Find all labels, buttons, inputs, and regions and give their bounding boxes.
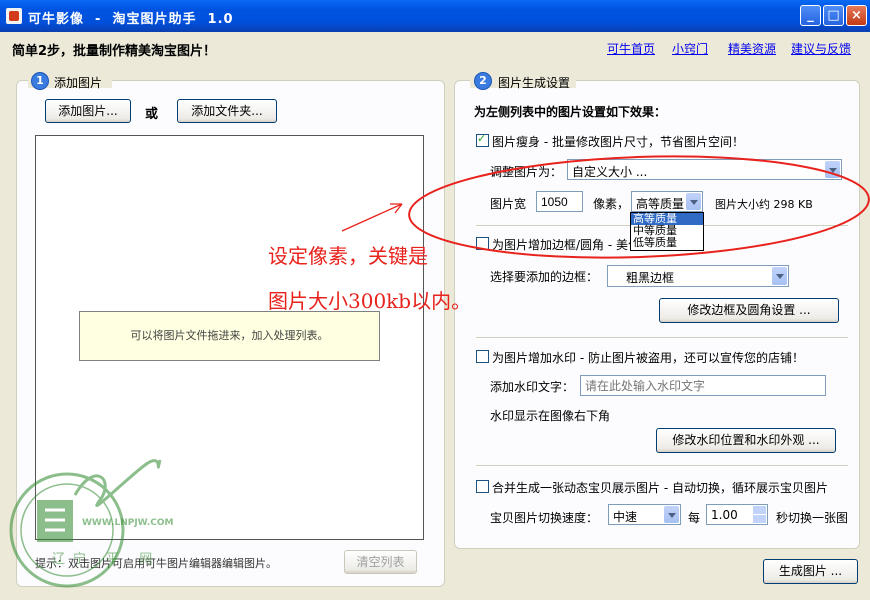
gif-checkbox[interactable] bbox=[476, 480, 489, 493]
watermark-label: 为图片增加水印 - 防止图片被盗用，还可以宣传您的店铺！ bbox=[492, 351, 804, 365]
adjust-size-select[interactable]: 自定义大小 ... bbox=[567, 159, 842, 180]
chevron-down-icon bbox=[825, 161, 840, 178]
border-settings-button[interactable]: 修改边框及圆角设置 ... bbox=[659, 298, 839, 323]
annotation-line-1: 设定像素，关键是 bbox=[268, 244, 428, 268]
settings-intro: 为左侧列表中的图片设置如下效果： bbox=[474, 105, 667, 119]
step-2-badge: 2 bbox=[474, 72, 492, 90]
size-estimate: 图片大小约 298 KB bbox=[715, 198, 813, 211]
chevron-down-icon bbox=[664, 506, 679, 523]
seconds-value: 1.00 bbox=[711, 508, 738, 522]
border-select-label: 选择要添加的边框： bbox=[490, 270, 599, 284]
width-label: 图片宽 bbox=[490, 197, 527, 211]
slim-checkbox[interactable] bbox=[476, 132, 489, 147]
watermark-position-text: 水印显示在图像右下角 bbox=[490, 409, 611, 423]
unit-label: 像素， bbox=[593, 197, 630, 211]
adjust-size-value: 自定义大小 ... bbox=[572, 165, 648, 179]
minimize-button[interactable]: _ bbox=[800, 5, 821, 26]
close-button[interactable]: × bbox=[846, 5, 867, 26]
settings-title: 图片生成设置 bbox=[498, 76, 571, 90]
spin-up-icon[interactable] bbox=[753, 506, 766, 514]
chevron-down-icon bbox=[686, 193, 701, 210]
drop-hint: 可以将图片文件拖进来，加入处理列表。 bbox=[79, 311, 380, 361]
watermark-text-label: 添加水印文字： bbox=[490, 380, 575, 394]
watermark-text: 辽宁 平 网 bbox=[52, 552, 161, 567]
link-tips[interactable]: 小窍门 bbox=[672, 40, 708, 57]
annotation-line-2: 图片大小300kb以内。 bbox=[268, 289, 472, 313]
link-home[interactable]: 可牛首页 bbox=[607, 40, 655, 57]
add-folder-button[interactable]: 添加文件夹... bbox=[177, 99, 277, 123]
divider bbox=[476, 337, 848, 339]
spin-down-icon[interactable] bbox=[753, 515, 766, 523]
speed-select[interactable]: 中速 bbox=[608, 504, 681, 525]
clear-list-button[interactable]: 清空列表 bbox=[344, 550, 417, 574]
or-label: 或 bbox=[145, 107, 159, 122]
generate-button[interactable]: 生成图片 ... bbox=[763, 559, 858, 584]
window-title: 可牛影像 - 淘宝图片助手 1.0 bbox=[28, 12, 234, 27]
step-1-badge: 1 bbox=[31, 72, 49, 90]
watermark-settings-button[interactable]: 修改水印位置和水印外观 ... bbox=[656, 428, 836, 453]
link-resources[interactable]: 精美资源 bbox=[728, 40, 776, 57]
every-label: 每 bbox=[688, 511, 701, 525]
width-input[interactable] bbox=[536, 191, 583, 212]
add-images-title: 添加图片 bbox=[54, 76, 103, 90]
chevron-down-icon bbox=[772, 267, 787, 285]
maximize-button[interactable]: □ bbox=[823, 5, 844, 26]
watermark-url: WWW.LNPJW.COM bbox=[82, 518, 174, 528]
link-feedback[interactable]: 建议与反馈 bbox=[791, 40, 851, 57]
seconds-spinner[interactable]: 1.00 bbox=[706, 504, 768, 525]
quality-select[interactable]: 高等质量 bbox=[631, 191, 703, 212]
watermark-checkbox[interactable] bbox=[476, 350, 489, 363]
divider bbox=[476, 465, 848, 467]
quality-value: 高等质量 bbox=[636, 197, 685, 211]
quality-dropdown-list[interactable]: 高等质量 中等质量 低等质量 bbox=[630, 212, 704, 251]
speed-value: 中速 bbox=[613, 510, 638, 524]
adjust-label: 调整图片为： bbox=[490, 165, 563, 179]
watermark-text-input[interactable] bbox=[580, 375, 826, 396]
border-checkbox[interactable] bbox=[476, 237, 489, 250]
speed-label: 宝贝图片切换速度： bbox=[490, 511, 599, 525]
gif-label: 合并生成一张动态宝贝展示图片 - 自动切换，循环展示宝贝图片 bbox=[492, 481, 828, 495]
border-style-value: 粗黑边框 bbox=[626, 271, 675, 285]
app-icon bbox=[6, 8, 22, 24]
header-title: 简单2步，批量制作精美淘宝图片！ bbox=[12, 44, 217, 59]
slim-label: 图片瘦身 - 批量修改图片尺寸，节省图片空间！ bbox=[492, 135, 744, 149]
seconds-label: 秒切换一张图 bbox=[776, 511, 849, 525]
add-image-button[interactable]: 添加图片... bbox=[45, 99, 131, 123]
border-style-select[interactable]: 粗黑边框 bbox=[607, 265, 789, 287]
quality-option-low[interactable]: 低等质量 bbox=[631, 237, 703, 249]
